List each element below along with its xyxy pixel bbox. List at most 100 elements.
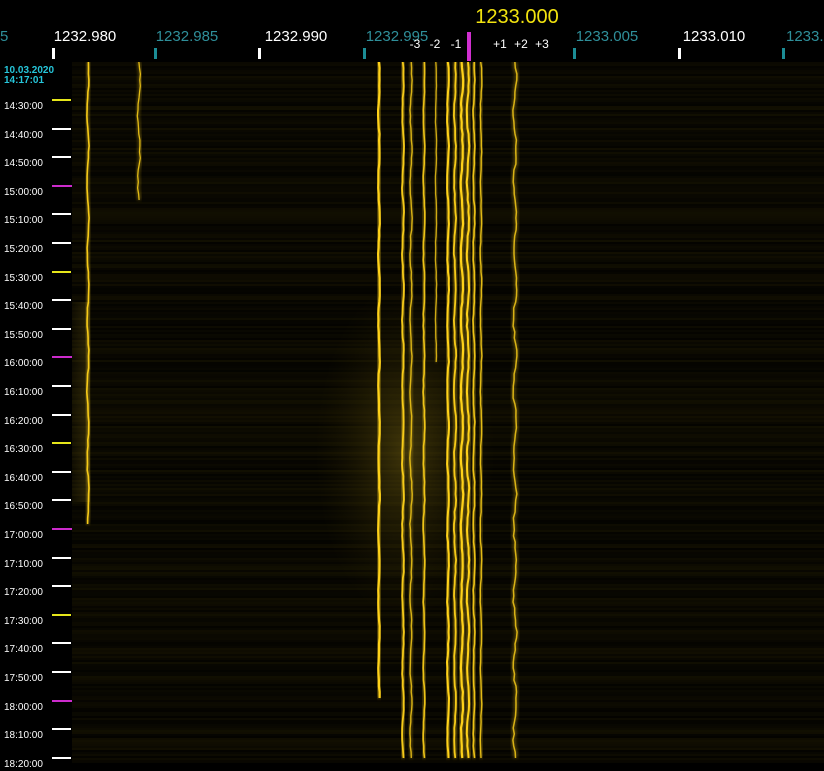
time-tick [52, 299, 71, 302]
time-row: 17:00:00 [0, 528, 72, 542]
time-tick [52, 756, 71, 759]
time-row: 15:50:00 [0, 327, 72, 342]
time-row: 17:10:00 [0, 556, 72, 571]
time-tick [52, 728, 71, 731]
frequency-scale: 1233.000 1232.980 1232.985 1232.990 1232.99… [0, 0, 824, 63]
time-label: 14:40:00 [4, 129, 43, 141]
time-label: 17:30:00 [4, 615, 43, 627]
offset-label: +3 [535, 37, 549, 51]
frequency-label: 1233.0 [786, 28, 824, 45]
time-label: 16:30:00 [4, 444, 43, 456]
time-tick [52, 528, 72, 530]
frequency-label: 5 [0, 28, 9, 45]
start-time: 14:17:01 [4, 75, 45, 86]
offset-label: -2 [429, 37, 441, 51]
time-label: 14:50:00 [4, 158, 43, 170]
time-tick [52, 99, 71, 101]
noise-band [72, 760, 824, 762]
time-label: 15:40:00 [4, 301, 43, 313]
time-row: 15:40:00 [0, 299, 72, 313]
time-tick [52, 270, 71, 273]
time-label: 15:30:00 [4, 272, 43, 284]
frequency-tick [154, 48, 157, 59]
time-row: 17:30:00 [0, 613, 72, 628]
noise-band [72, 758, 824, 760]
frequency-tick [52, 48, 55, 59]
time-label: 17:50:00 [4, 673, 43, 684]
waterfall-display[interactable] [0, 58, 824, 764]
time-label: 18:20:00 [4, 758, 43, 770]
time-label: 16:40:00 [4, 472, 43, 484]
time-row: 14:50:00 [0, 156, 72, 170]
frequency-label: 1233.010 [682, 28, 746, 45]
frequency-label: 1233.005 [575, 28, 639, 45]
time-row: 18:20:00 [0, 756, 72, 771]
time-label: 14:30:00 [4, 101, 43, 112]
time-row: 15:10:00 [0, 213, 72, 227]
waterfall-canvas[interactable] [0, 58, 824, 764]
time-row: 16:10:00 [0, 385, 72, 399]
time-tick [52, 385, 71, 387]
time-tick [52, 127, 71, 130]
time-tick [52, 356, 72, 359]
frequency-tick [258, 48, 261, 59]
frequency-tick [363, 48, 366, 59]
time-row: 16:50:00 [0, 499, 72, 513]
time-tick [52, 642, 71, 645]
time-row: 15:30:00 [0, 270, 72, 285]
frequency-label: 1232.985 [155, 28, 219, 45]
frequency-tick [573, 48, 576, 59]
frequency-tick [782, 48, 785, 59]
time-row: 16:30:00 [0, 442, 72, 456]
time-tick [52, 499, 71, 502]
time-label: 18:00:00 [4, 701, 43, 713]
time-label: 17:10:00 [4, 558, 43, 570]
time-row: 18:10:00 [0, 728, 72, 742]
center-frequency-label: 1233.000 [475, 6, 559, 28]
time-tick [52, 556, 71, 559]
time-row: 17:50:00 [0, 671, 72, 685]
offset-label: -3 [409, 37, 421, 51]
time-row: 14:40:00 [0, 127, 72, 142]
offset-label: +1 [493, 37, 507, 51]
time-label: 17:40:00 [4, 644, 43, 656]
time-tick [52, 671, 71, 673]
time-tick [52, 213, 71, 216]
time-label: 17:00:00 [4, 530, 43, 541]
time-tick [52, 184, 72, 187]
time-row: 16:00:00 [0, 356, 72, 370]
time-row: 14:30:00 [0, 99, 72, 113]
center-frequency-marker[interactable] [467, 32, 471, 61]
time-label: 16:00:00 [4, 358, 43, 370]
signal-trace [445, 61, 451, 759]
time-label: 17:20:00 [4, 587, 43, 599]
time-label: 18:10:00 [4, 730, 43, 742]
time-row: 15:00:00 [0, 184, 72, 199]
offset-label: -1 [450, 37, 462, 51]
time-tick [52, 242, 71, 244]
start-timestamp: 10.03.2020 14:17:01 [4, 66, 54, 86]
time-tick [52, 327, 71, 330]
time-row: 16:20:00 [0, 413, 72, 428]
time-label: 15:10:00 [4, 215, 43, 227]
time-tick [52, 470, 71, 473]
frequency-label: 1232.980 [53, 28, 117, 45]
time-row: 17:20:00 [0, 585, 72, 599]
time-row: 18:00:00 [0, 699, 72, 714]
time-row: 15:20:00 [0, 242, 72, 256]
time-tick [52, 442, 71, 445]
time-label: 16:50:00 [4, 501, 43, 513]
time-tick [52, 413, 71, 416]
time-row: 16:40:00 [0, 470, 72, 485]
offset-label: +2 [514, 37, 528, 51]
time-label: 15:00:00 [4, 186, 43, 198]
time-tick [52, 613, 71, 616]
time-tick [52, 699, 72, 702]
time-label: 16:20:00 [4, 415, 43, 427]
time-label: 15:20:00 [4, 244, 43, 255]
frequency-label: 1232.990 [264, 28, 328, 45]
time-tick [52, 156, 71, 159]
frequency-tick [678, 48, 681, 59]
time-tick [52, 585, 71, 588]
time-row: 17:40:00 [0, 642, 72, 656]
